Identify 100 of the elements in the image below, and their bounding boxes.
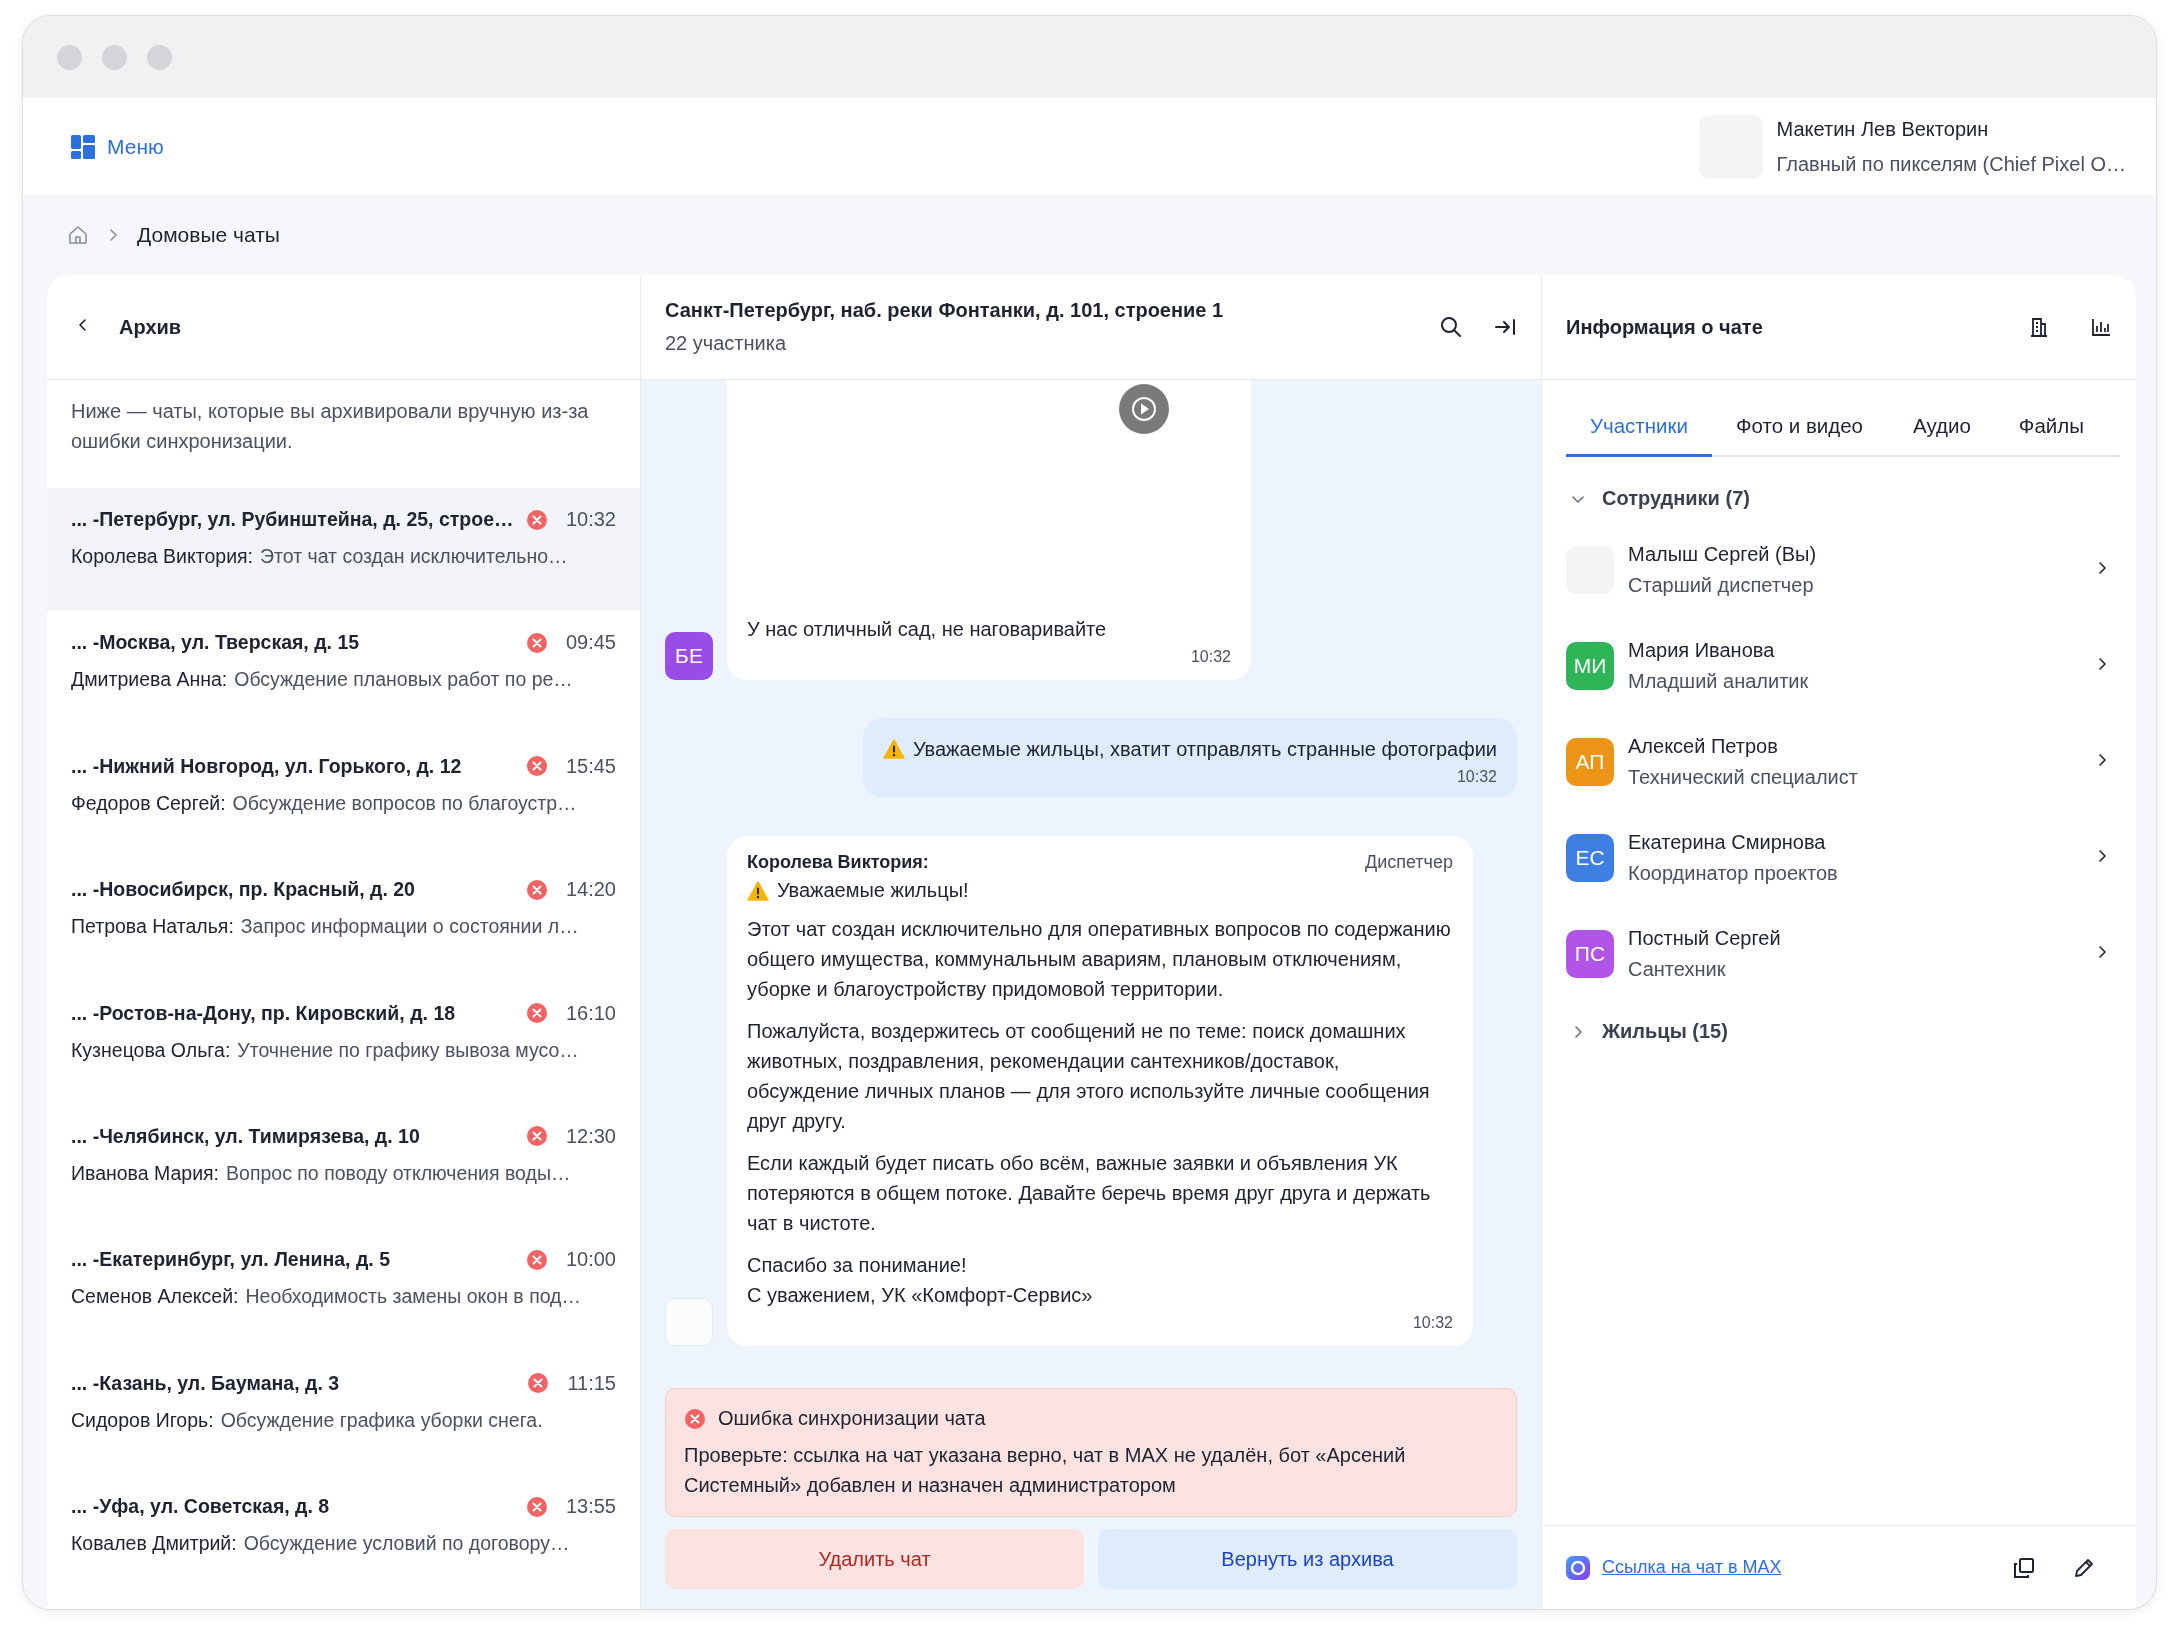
chat-preview: Обсуждение условий по договору… [243,1532,570,1556]
user-role: Главный по пикселям (Chief Pixel O… [1776,152,2126,176]
chat-title: ... -Нижний Новгород, ул. Горького, д. 12 [71,754,463,778]
chat-preview: Уточнение по графику вывоза мусо… [237,1038,579,1062]
chat-author: Семенов Алексей: [71,1285,239,1309]
message-paragraph: Если каждый будет писать обо всём, важные заявки и объявления УК потеряются в общем потоке. Давайте беречь время друг друга и держать чат в чистоте. [747,1151,1432,1236]
chat-author: Иванова Мария: [71,1161,220,1185]
message-time: 10:32 [1455,768,1497,786]
chat-author: Петрова Наталья: [71,915,234,939]
home-icon[interactable] [67,224,89,246]
chat-title: ... -Уфа, ул. Советская, д. 8 [71,1495,331,1519]
member-name: Малыш Сергей (Вы) [1628,543,1817,566]
window-dot[interactable] [147,44,172,70]
chat-title: ... -Новосибирск, пр. Красный, д. 20 [71,878,416,902]
sender-avatar: БЕ [665,632,713,680]
member-name: Мария Иванова [1628,639,1776,662]
chat-item[interactable]: ... -Челябинск, ул. Тимирязева, д. 10 12:30 Иванова Мария: Вопрос по поводу отключения воды… [47,1104,640,1229]
building-icon[interactable] [2028,316,2050,338]
group-header[interactable]: Сотрудники (7) [1570,487,2120,510]
archive-note: Ниже — чаты, которые вы архивировали вручную из-за ошибки синхронизации. [70,399,590,454]
chat-preview: Обсуждение вопросов по благоустр… [232,791,577,815]
chat-author: Федоров Сергей: [71,791,226,815]
chat-item[interactable]: ... -Нижний Новгород, ул. Горького, д. 12 15:45 Федоров Сергей: Обсуждение вопросов по благоустр… [47,734,640,859]
member-item[interactable]: ПС Постный Сергей Сантехник [1566,918,2120,990]
bar-chart-icon[interactable] [2090,316,2112,338]
member-item[interactable]: МИ Мария Иванова Младший аналитик [1566,630,2120,702]
chat-title: Санкт-Петербург, наб. реки Фонтанки, д. 101, строение 1 [665,299,1224,322]
tab[interactable]: Участники [1566,408,1712,457]
member-avatar: АП [1566,738,1614,786]
member-role: Сантехник [1628,958,1727,981]
member-item[interactable]: Малыш Сергей (Вы) Старший диспетчер [1566,534,2120,606]
message-headline: Уважаемые жильцы! [777,879,969,902]
chat-title: ... -Екатеринбург, ул. Ленина, д. 5 [71,1248,391,1272]
chat-title: ... -Петербург, ул. Рубинштейна, д. 25, строе… [71,508,515,531]
error-icon [684,1407,706,1430]
message-text: Уважаемые жильцы, хватит отправлять странные фотографии [912,737,1497,762]
tab[interactable]: Аудио [1913,408,1971,457]
chat-author: Дмитриева Анна: [71,668,228,692]
search-icon[interactable] [1439,315,1463,339]
message-paragraph: Этот чат создан исключительно для оперативных вопросов по содержанию общего имущества, коммунальным авариям, плановым отключениям, уборке и благоустройству придомовой территории. [747,917,1452,1002]
error-icon [527,1372,550,1395]
member-item[interactable]: АП Алексей Петров Технический специалист [1566,726,2120,798]
chat-time: 10:32 [565,508,616,531]
chat-item[interactable]: ... -Екатеринбург, ул. Ленина, д. 5 10:00 Семенов Алексей: Необходимость замены окон в под… [47,1228,640,1352]
member-avatar: ЕС [1566,834,1614,882]
message-time: 10:32 [1189,648,1231,666]
error-icon [525,755,548,778]
panel-title: Архив [119,315,182,339]
tab[interactable]: Файлы [2018,408,2084,457]
error-icon [525,508,548,531]
sender-name: Королева Виктория: [747,852,929,873]
member-item[interactable]: ЕС Екатерина Смирнова Координатор проектов [1566,822,2120,894]
chat-preview: Запрос информации о состоянии л… [240,915,579,939]
play-button[interactable] [1119,384,1169,434]
chat-app-icon [1566,1555,1590,1580]
window-dot[interactable] [102,44,127,70]
error-icon [525,878,548,901]
menu-button[interactable]: Меню [71,134,164,159]
member-role: Технический специалист [1628,766,1858,789]
chat-author: Кузнецова Ольга: [71,1038,231,1062]
message-paragraph: Пожалуйста, воздержитесь от сообщений не по теме: поиск домашних животных, поздравления, рекомендации сантехников/доставок, обсуждение личных планов — для этого используйте личные сообщения друг другу. [747,1019,1431,1134]
breadcrumb-item[interactable]: Домовые чаты [137,223,280,247]
chat-time: 09:45 [565,631,616,655]
member-name: Екатерина Смирнова [1628,831,1827,854]
error-icon [525,1002,548,1025]
participant-count: 22 участника [665,332,788,355]
group-header[interactable]: Жильцы (15) [1570,1020,2120,1043]
message-text: У нас отличный сад, не наговаривайте [747,617,1108,642]
chat-item[interactable]: ... -Новосибирск, пр. Красный, д. 20 14:20 Петрова Наталья: Запрос информации о состоянии л… [47,858,640,982]
chat-link[interactable]: Ссылка на чат в MAX [1602,1557,1782,1578]
chat-item[interactable]: ... -Москва, ул. Тверская, д. 15 09:45 Дмитриева Анна: Обсуждение плановых работ по ре… [47,611,640,735]
error-text: Проверьте: ссылка на чат указана верно, чат в MAX не удалён, бот «Арсений Системный» добавлен и назначен администратором [684,1443,1407,1498]
chat-preview: Вопрос по поводу отключения воды… [226,1161,571,1185]
chat-item[interactable]: ... -Петербург, ул. Рубинштейна, д. 25, строе… 10:32 Королева Виктория: Этот чат создан исключительно… [47,488,640,612]
sender-role: Диспетчер [1364,852,1453,873]
window-dot[interactable] [57,44,82,70]
chat-item[interactable]: ... -Казань, ул. Баумана, д. 3 11:15 Сидоров Игорь: Обсуждение графика уборки снега. [47,1351,640,1476]
member-role: Координатор проектов [1628,862,1838,885]
member-avatar: ПС [1566,930,1614,978]
tab[interactable]: Фото и видео [1735,408,1863,457]
user-name: Макетин Лев Векторин [1776,117,1990,141]
grid-icon [71,134,95,159]
member-role: Младший аналитик [1628,670,1809,693]
chat-item[interactable]: ... -Уфа, ул. Советская, д. 8 13:55 Ковалев Дмитрий: Обсуждение условий по договору… [47,1475,640,1599]
chat-title: ... -Казань, ул. Баумана, д. 3 [71,1371,341,1395]
chat-time: 11:15 [567,1371,616,1395]
member-name: Постный Сергей [1628,927,1781,950]
delete-button[interactable]: Удалить чат [665,1529,1084,1589]
message-paragraph: Спасибо за понимание! С уважением, УК «Комфорт-Сервис» [747,1253,1094,1308]
chat-author: Сидоров Игорь: [71,1408,214,1432]
chat-title: ... -Ростов-на-Дону, пр. Кировский, д. 18 [71,1001,457,1025]
copy-icon[interactable] [2012,1555,2036,1580]
error-icon [525,631,548,654]
chat-item[interactable]: ... -Ростов-на-Дону, пр. Кировский, д. 18 16:10 Кузнецова Ольга: Уточнение по графику вывоза мусо… [47,981,640,1105]
error-icon [525,1248,548,1271]
chat-preview: Необходимость замены окон в под… [245,1285,581,1309]
chat-time: 12:30 [565,1124,616,1148]
chat-title: ... -Челябинск, ул. Тимирязева, д. 10 [71,1124,421,1148]
restore-button[interactable]: Вернуть из архива [1098,1529,1517,1589]
member-name: Алексей Петров [1628,735,1779,758]
